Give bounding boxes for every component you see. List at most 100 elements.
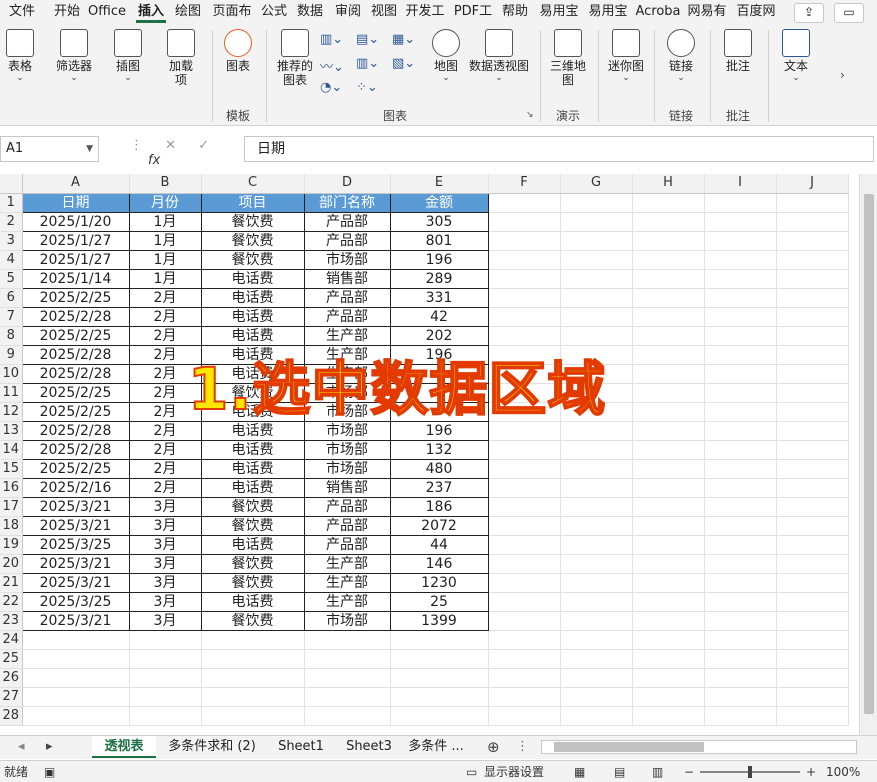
cell[interactable] xyxy=(704,630,777,650)
cell[interactable]: 2025/2/25 xyxy=(21,458,130,479)
cell[interactable]: 2025/2/25 xyxy=(21,382,130,403)
cell[interactable] xyxy=(390,630,489,650)
cell[interactable]: 2月 xyxy=(128,477,202,498)
cell[interactable]: 801 xyxy=(389,230,489,251)
cell[interactable] xyxy=(488,269,561,289)
cell[interactable] xyxy=(488,326,561,346)
cell[interactable] xyxy=(560,478,633,498)
cancel-icon[interactable]: ✕ xyxy=(165,138,176,153)
cell[interactable]: 2月 xyxy=(128,325,202,346)
cell[interactable] xyxy=(560,630,633,650)
cell[interactable] xyxy=(632,421,705,441)
cell[interactable] xyxy=(22,630,130,650)
cell[interactable] xyxy=(560,212,633,232)
cell[interactable]: 132 xyxy=(389,439,489,460)
cell[interactable]: 产品部 xyxy=(303,230,391,251)
cell[interactable]: 市场部 xyxy=(303,439,391,460)
cell[interactable] xyxy=(776,402,849,422)
cell[interactable]: 餐饮费 xyxy=(200,230,305,251)
addins-button[interactable]: 加载 项 xyxy=(162,27,200,87)
cell[interactable] xyxy=(560,459,633,479)
cell[interactable] xyxy=(488,535,561,555)
cell[interactable] xyxy=(488,630,561,650)
column-header[interactable]: A xyxy=(22,174,130,194)
cell[interactable] xyxy=(776,326,849,346)
cell[interactable] xyxy=(704,668,777,688)
cell[interactable] xyxy=(488,440,561,460)
cell[interactable]: 3月 xyxy=(128,553,202,574)
cell[interactable]: 2025/3/21 xyxy=(21,515,130,536)
cell[interactable] xyxy=(776,459,849,479)
cell[interactable] xyxy=(560,554,633,574)
row-header[interactable]: 23 xyxy=(0,611,23,631)
cell[interactable]: 2月 xyxy=(128,287,202,308)
normal-view-icon[interactable]: ▦ xyxy=(574,761,585,782)
cell[interactable] xyxy=(632,402,705,422)
cell[interactable] xyxy=(488,687,561,707)
comment-button[interactable]: 批注 xyxy=(718,27,758,73)
column-chart-icon[interactable]: ▥⌄ xyxy=(320,32,343,47)
cell[interactable]: 44 xyxy=(389,534,489,555)
text-button[interactable]: 文本 ⌄ xyxy=(776,27,816,83)
link-button[interactable]: 链接 ⌄ xyxy=(662,27,700,83)
cell[interactable] xyxy=(704,364,777,384)
ribbon-tab[interactable]: 网易有 xyxy=(684,0,730,24)
cell[interactable] xyxy=(704,345,777,365)
cell[interactable] xyxy=(488,459,561,479)
cell[interactable] xyxy=(632,630,705,650)
zoom-slider[interactable] xyxy=(700,766,800,778)
row-header[interactable]: 28 xyxy=(0,706,23,726)
row-header[interactable]: 22 xyxy=(0,592,23,612)
cell[interactable]: 1月 xyxy=(128,268,202,289)
display-settings[interactable]: 显示器设置 xyxy=(484,761,544,782)
cell[interactable] xyxy=(632,307,705,327)
cell[interactable] xyxy=(632,288,705,308)
line-chart-icon[interactable]: 〰⌄ xyxy=(320,56,344,75)
cell[interactable]: 项目 xyxy=(200,192,305,213)
cell[interactable] xyxy=(632,668,705,688)
cell[interactable] xyxy=(488,611,561,631)
cell[interactable] xyxy=(632,592,705,612)
cell[interactable] xyxy=(704,516,777,536)
ribbon-tab[interactable]: Office xyxy=(85,0,129,24)
cell[interactable] xyxy=(22,649,130,669)
cell[interactable] xyxy=(201,687,305,707)
ribbon-tab[interactable]: 帮助 xyxy=(498,0,532,24)
row-header[interactable]: 21 xyxy=(0,573,23,593)
vertical-scrollbar[interactable] xyxy=(859,174,877,735)
cell[interactable]: 餐饮费 xyxy=(200,249,305,270)
cell[interactable] xyxy=(560,573,633,593)
cell[interactable] xyxy=(560,592,633,612)
cell[interactable]: 产品部 xyxy=(303,515,391,536)
cell[interactable] xyxy=(560,497,633,517)
cell[interactable] xyxy=(632,687,705,707)
table-button[interactable]: 表格 ⌄ xyxy=(2,27,38,83)
ribbon-tab[interactable]: 视图 xyxy=(367,0,401,24)
cell[interactable] xyxy=(632,212,705,232)
cell[interactable]: 餐饮费 xyxy=(200,211,305,232)
scroll-thumb[interactable] xyxy=(864,194,874,714)
cell[interactable]: 产品部 xyxy=(303,287,391,308)
cell[interactable] xyxy=(390,668,489,688)
cell[interactable] xyxy=(632,497,705,517)
cell[interactable] xyxy=(632,231,705,251)
waterfall-chart-icon[interactable]: ▦⌄ xyxy=(392,32,415,47)
cell[interactable] xyxy=(488,649,561,669)
sheet-tab[interactable]: 透视表 xyxy=(92,736,156,758)
row-header[interactable]: 17 xyxy=(0,497,23,517)
horizontal-scrollbar[interactable] xyxy=(541,740,857,754)
column-header[interactable]: H xyxy=(632,174,705,194)
row-header[interactable]: 25 xyxy=(0,649,23,669)
cell[interactable]: 3月 xyxy=(128,515,202,536)
row-header[interactable]: 10 xyxy=(0,364,23,384)
row-header[interactable]: 6 xyxy=(0,288,23,308)
cell[interactable] xyxy=(776,592,849,612)
cell[interactable] xyxy=(201,706,305,726)
cell[interactable] xyxy=(704,440,777,460)
cell[interactable]: 237 xyxy=(389,477,489,498)
select-all-corner[interactable] xyxy=(0,174,23,194)
prev-sheet-icon[interactable]: ◂ xyxy=(18,736,25,758)
add-sheet-icon[interactable]: ⊕ xyxy=(487,736,500,758)
cell[interactable] xyxy=(704,687,777,707)
sheet-tab[interactable]: 多条件 ... xyxy=(404,736,468,758)
